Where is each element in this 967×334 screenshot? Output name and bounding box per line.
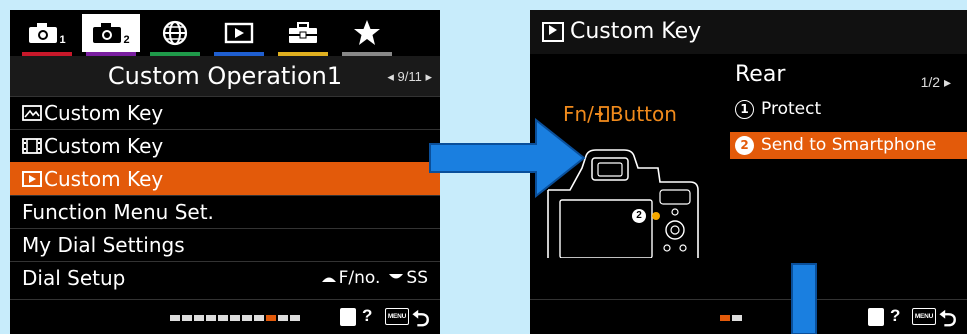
globe-icon	[162, 20, 188, 46]
menu-item-custom-key-playback[interactable]: Custom Key	[10, 162, 440, 195]
page-dot	[182, 315, 192, 321]
option-label: Protect	[761, 99, 822, 119]
back-icon: ⮌	[412, 306, 430, 331]
page-dot	[278, 315, 288, 321]
menu-button-icon: MENU	[912, 308, 936, 325]
screen-title: Custom Key	[530, 10, 967, 54]
movie-mode-icon	[22, 138, 42, 154]
tab-camera-1[interactable]: 1	[18, 14, 76, 56]
back-icon: ⮌	[939, 306, 957, 331]
help-icon: ?	[890, 306, 901, 325]
menu-item-label: My Dial Settings	[22, 232, 185, 257]
screen-title-text: Custom Key	[570, 19, 702, 44]
camera-button-marker: 2	[632, 209, 646, 223]
option-number: 1	[735, 100, 754, 119]
option-label: Send to Smartphone	[761, 135, 937, 155]
menu-item-dial-setup[interactable]: Dial Setup F/no. SS	[10, 261, 440, 294]
menu-button-icon: MENU	[385, 308, 409, 325]
page-dot	[206, 315, 216, 321]
camera-icon	[29, 23, 58, 43]
page-dot	[290, 315, 300, 321]
page-indicator: 1/2 ▸	[920, 74, 951, 90]
tab-my-menu[interactable]	[338, 14, 396, 56]
camera-icon	[93, 23, 122, 43]
page-dot	[170, 315, 180, 321]
tab-camera-2[interactable]: 2	[82, 14, 140, 56]
page-dot	[266, 315, 276, 321]
page-dot	[720, 315, 730, 321]
toolbox-icon	[289, 22, 317, 43]
custom-key-screen-right: Custom Key Rear 1/2 ▸ Fn/Button 1 Protec…	[530, 10, 967, 334]
menu-item-function-menu-set[interactable]: Function Menu Set.	[10, 195, 440, 228]
page-dot	[254, 315, 264, 321]
menu-item-custom-key-movie[interactable]: Custom Key	[10, 129, 440, 162]
tab-bar: 1 2	[10, 10, 440, 56]
send-icon	[594, 106, 609, 122]
down-arrow-annotation	[791, 263, 817, 334]
photo-mode-icon	[22, 105, 42, 121]
menu-item-label: Custom Key	[44, 100, 164, 125]
front-dial-icon	[321, 277, 336, 282]
front-dial-value: F/no.	[338, 267, 381, 288]
menu-screen-left: 1 2 Custom Operation1 ◂ 9/11 ▸ Custom Ke…	[10, 10, 440, 334]
playback-mode-icon	[22, 171, 42, 187]
page-dot	[230, 315, 240, 321]
menu-item-label: Custom Key	[44, 133, 164, 158]
menu-item-my-dial-settings[interactable]: My Dial Settings	[10, 228, 440, 261]
bottom-bar: ? MENU ⮌	[10, 299, 440, 334]
tab-setup[interactable]	[274, 14, 332, 56]
tab-playback[interactable]	[210, 14, 268, 56]
dial-setup-value: F/no. SS	[321, 262, 428, 295]
page-dot	[218, 315, 228, 321]
section-header: Rear	[735, 62, 786, 87]
trash-icon	[340, 308, 356, 326]
trash-icon	[868, 308, 884, 326]
rear-dial-value: SS	[406, 267, 428, 288]
rear-dial-icon	[389, 274, 404, 279]
tab-network[interactable]	[146, 14, 204, 56]
playback-icon	[224, 22, 254, 44]
menu-item-label: Function Menu Set.	[22, 199, 214, 224]
menu-item-label: Dial Setup	[22, 265, 126, 290]
menu-item-custom-key-photo[interactable]: Custom Key	[10, 96, 440, 129]
right-arrow-annotation	[429, 118, 586, 198]
option-number: 2	[735, 136, 754, 155]
page-indicator: ◂ 9/11 ▸	[387, 69, 432, 84]
page-dot	[242, 315, 252, 321]
star-icon	[354, 20, 380, 45]
option-send-to-smartphone[interactable]: 2 Send to Smartphone	[730, 132, 967, 159]
playback-mode-icon	[542, 22, 564, 42]
page-dot	[194, 315, 204, 321]
bottom-bar: ? MENU ⮌	[530, 299, 967, 334]
menu-item-label: Custom Key	[44, 166, 164, 191]
page-dot	[732, 315, 742, 321]
help-icon: ?	[362, 306, 373, 325]
page-title: Custom Operation1	[10, 56, 440, 96]
tab-number: 1	[59, 34, 66, 46]
tab-number: 2	[123, 34, 130, 46]
option-protect[interactable]: 1 Protect	[730, 96, 967, 123]
